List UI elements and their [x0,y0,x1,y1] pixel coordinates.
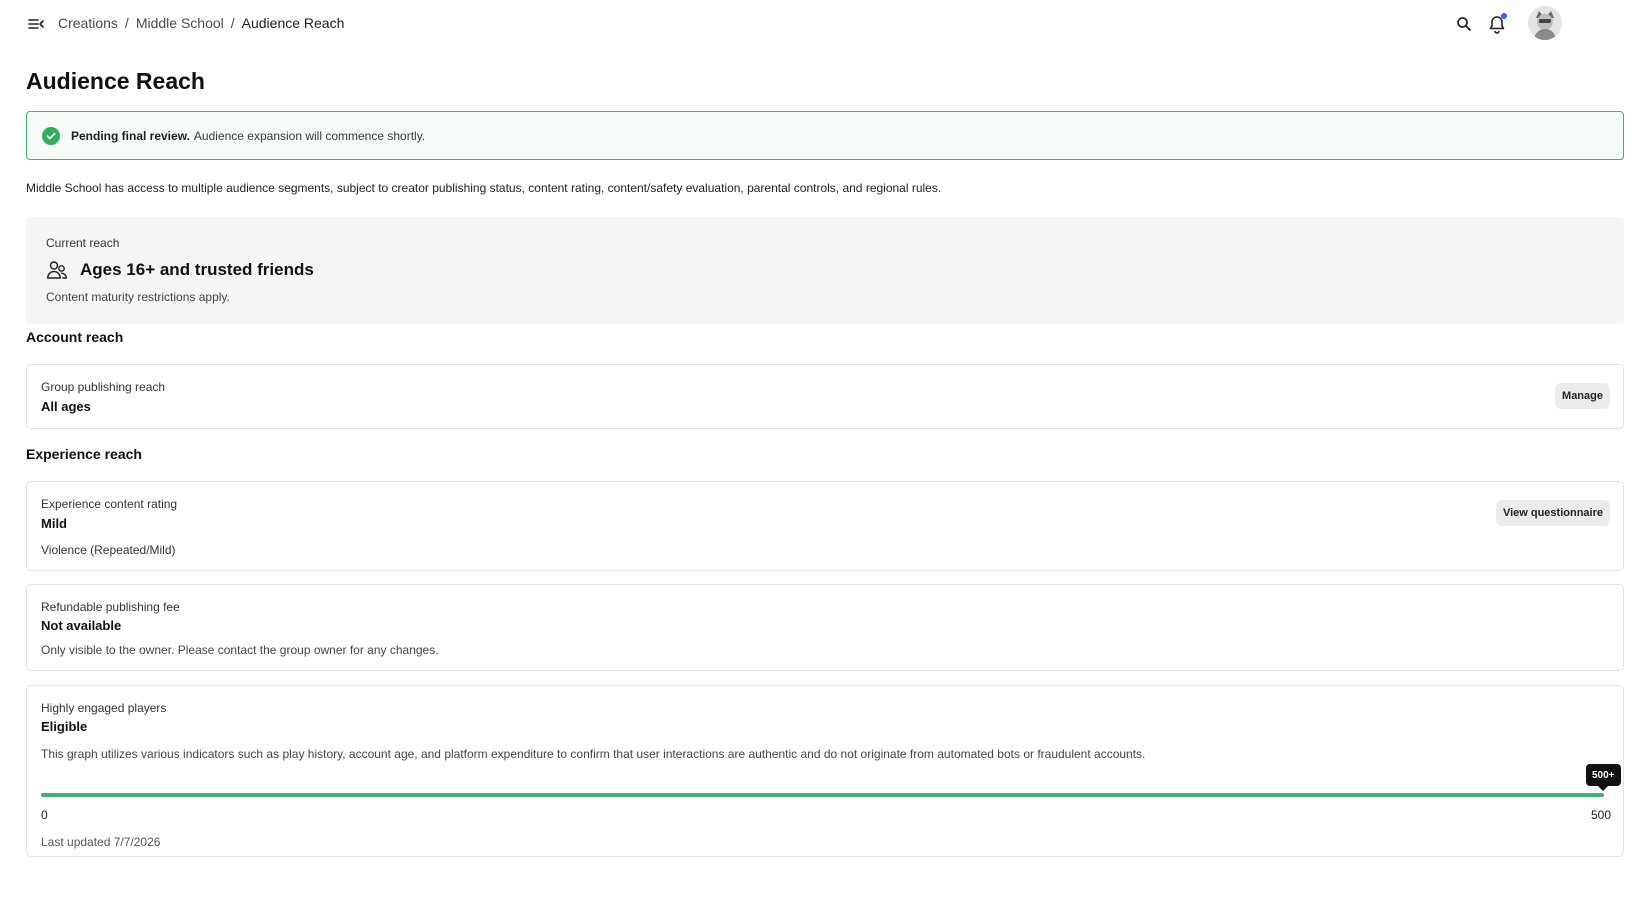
content-descriptor: Violence (Repeated/Mild) [41,543,176,557]
avatar[interactable] [1528,6,1562,40]
view-questionnaire-button[interactable]: View questionnaire [1495,500,1610,526]
breadcrumb-creations[interactable]: Creations [58,15,118,31]
current-reach-label: Current reach [46,236,120,250]
publishing-fee-card: Refundable publishing fee Not available … [26,584,1624,671]
breadcrumb-middle-school[interactable]: Middle School [136,15,224,31]
current-reach-value: Ages 16+ and trusted friends [80,260,314,279]
notification-dot [1501,13,1507,19]
group-reach-value: All ages [41,399,91,414]
experience-reach-heading: Experience reach [26,446,142,462]
search-icon[interactable] [1454,14,1474,34]
last-updated-text: Last updated 7/7/2026 [41,835,161,849]
content-rating-label: Experience content rating [41,497,178,511]
progress-scale-max: 500 [1590,808,1611,822]
publishing-fee-label: Refundable publishing fee [41,600,180,614]
check-circle-icon [42,126,60,145]
progress-tooltip-text: 500+ [1592,769,1615,781]
engagement-progress-bar [41,793,1604,797]
alert-title: Pending final review. [71,128,190,143]
engaged-players-card: Highly engaged players Eligible This gra… [26,685,1624,857]
top-bar: Creations / Middle School / Audience Rea… [0,0,1642,48]
group-publishing-reach-card: Group publishing reach All ages Manage [26,364,1624,429]
content-rating-card: Experience content rating Mild Violence … [26,481,1624,571]
account-reach-heading: Account reach [26,329,124,345]
intro-text: Middle School has access to multiple aud… [26,181,942,195]
breadcrumb-separator: / [124,15,129,31]
tooltip-tail [1598,786,1609,791]
breadcrumb-audience-reach: Audience Reach [241,15,345,31]
breadcrumb: Creations / Middle School / Audience Rea… [58,15,344,31]
publishing-fee-text: Only visible to the owner. Please contac… [41,643,439,657]
top-actions [1342,0,1642,48]
progress-tooltip: 500+ [1586,764,1621,791]
engaged-players-label: Highly engaged players [41,701,167,715]
page-title: Audience Reach [26,68,205,94]
content-rating-value: Mild [41,516,67,531]
publishing-fee-value: Not available [41,618,122,633]
people-icon [46,259,68,281]
manage-button[interactable]: Manage [1555,383,1610,409]
bell-icon[interactable] [1487,13,1507,35]
engagement-progress-fill [41,793,1604,797]
menu-collapse-icon[interactable] [26,14,46,34]
group-reach-label: Group publishing reach [41,380,166,394]
breadcrumb-separator: / [230,15,235,31]
alert-text: Audience expansion will commence shortly… [193,128,426,143]
current-reach-panel: Current reach Ages 16+ and trusted frien… [26,217,1624,324]
progress-scale-min: 0 [41,808,48,822]
engaged-players-value: Eligible [41,719,88,734]
engaged-players-text: This graph utilizes various indicators s… [41,747,1146,761]
current-reach-note: Content maturity restrictions apply. [46,290,230,304]
pending-review-alert: Pending final review. Audience expansion… [26,111,1624,160]
